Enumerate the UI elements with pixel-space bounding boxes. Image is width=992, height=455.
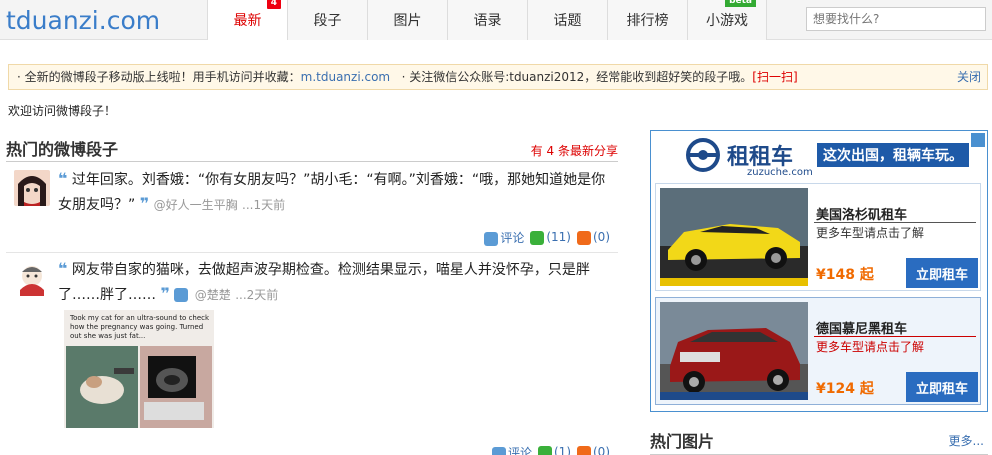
weibo-source-icon	[174, 288, 189, 302]
close-notice-button[interactable]: 关闭	[957, 65, 981, 89]
comment-icon	[491, 446, 506, 455]
notice-bar: · 全新的微博段子移动版上线啦！用手机访问并收藏：m.tduanzi.com ·…	[8, 64, 988, 90]
ad-card-title: 美国洛杉矶租车	[816, 208, 908, 223]
share-icon	[577, 230, 591, 245]
hot-pictures-header: 热门图片 更多...	[650, 426, 988, 455]
avatar[interactable]	[14, 260, 50, 296]
welcome-text: 欢迎访问微博段子！	[8, 104, 117, 118]
nav-item-topics[interactable]: 话题	[527, 0, 607, 40]
beta-badge: beta	[725, 0, 756, 7]
post-text: ❝ 网友带自家的猫咪，去做超声波孕期检查。检测结果显示，喵星人并没怀孕，只是胖了…	[58, 257, 610, 307]
ad-slogan: 这次出国，租辆车玩。	[817, 143, 969, 167]
author-link[interactable]: @楚楚	[195, 288, 231, 302]
section-header: 热门的微博段子 有 4 条最新分享	[6, 136, 618, 162]
main-nav: 最新 4 段子 图片 语录 话题 排行榜 小游戏 beta	[207, 0, 767, 40]
rent-now-button[interactable]: 立即租车	[906, 258, 978, 288]
quote-close-icon: ❞	[139, 194, 150, 213]
rent-now-button[interactable]: 立即租车	[906, 372, 978, 402]
quote-open-icon: ❝	[58, 169, 68, 188]
ad-close-icon[interactable]	[971, 133, 985, 147]
top-nav-bar: tduanzi.com 最新 4 段子 图片 语录 话题 排行榜 小游戏 bet…	[0, 0, 992, 40]
like-button[interactable]: (1)	[538, 445, 571, 455]
post-time: ...1天前	[242, 198, 286, 212]
nav-label: 排行榜	[626, 13, 669, 29]
scan-qr-link[interactable]: [扫一扫]	[752, 70, 797, 84]
post-content: 网友带自家的猫咪，去做超声波孕期检查。检测结果显示，喵星人并没怀孕，只是胖了………	[58, 262, 590, 303]
post-actions: 评论 (1) (0)	[491, 444, 610, 455]
nav-item-quotes[interactable]: 语录	[447, 0, 527, 40]
mobile-site-link[interactable]: m.tduanzi.com	[301, 70, 390, 84]
more-link[interactable]: 更多...	[949, 432, 984, 449]
thumb-up-icon	[530, 230, 545, 245]
comment-icon	[484, 231, 499, 246]
ad-card-munich[interactable]: 德国慕尼黑租车 更多车型请点击了解 ¥124 起 立即租车	[655, 297, 981, 405]
nav-label: 段子	[313, 13, 342, 29]
notice-text: · 关注微信公众账号:tduanzi2012，经常能收到超好笑的段子哦。	[401, 70, 753, 84]
nav-label: 话题	[553, 13, 582, 29]
red-suv-image	[660, 302, 808, 400]
nav-label: 语录	[473, 13, 502, 29]
nav-item-games[interactable]: 小游戏 beta	[687, 0, 767, 40]
steering-wheel-icon	[686, 138, 720, 172]
site-logo[interactable]: tduanzi.com	[6, 6, 160, 35]
thumb-up-icon	[538, 445, 552, 455]
nav-item-ranking[interactable]: 排行榜	[607, 0, 687, 40]
share-icon	[577, 445, 591, 455]
like-button[interactable]: (11)	[530, 230, 571, 245]
comment-button[interactable]: 评论	[484, 229, 524, 246]
quote-close-icon: ❞	[160, 284, 170, 303]
car-rental-ad[interactable]: 租租车 zuzuche.com 这次出国，租辆车玩。 美国洛杉矶租车 更多车型请…	[650, 130, 988, 412]
nav-item-pictures[interactable]: 图片	[367, 0, 447, 40]
avatar[interactable]	[14, 170, 50, 206]
ad-card-subtitle: 更多车型请点击了解	[816, 340, 925, 354]
new-shares-link[interactable]: 有 4 条最新分享	[531, 142, 618, 159]
ad-card-price: ¥148 起	[816, 267, 874, 283]
quote-open-icon: ❝	[58, 259, 68, 278]
nav-label: 图片	[393, 13, 422, 29]
post-image[interactable]: Took my cat for an ultra-sound to check …	[64, 310, 214, 428]
ad-card-los-angeles[interactable]: 美国洛杉矶租车 更多车型请点击了解 ¥148 起 立即租车	[655, 183, 981, 291]
ad-card-divider	[814, 222, 976, 223]
ad-card-divider	[814, 336, 976, 337]
nav-item-jokes[interactable]: 段子	[287, 0, 367, 40]
author-link[interactable]: @好人一生平胸	[154, 198, 238, 212]
sidebar-title: 热门图片	[650, 432, 715, 451]
ad-card-subtitle: 更多车型请点击了解	[816, 226, 925, 240]
ad-card-title: 德国慕尼黑租车	[816, 322, 908, 337]
nav-item-latest[interactable]: 最新 4	[207, 0, 287, 40]
ad-card-price: ¥124 起	[816, 381, 874, 397]
share-button[interactable]: (0)	[577, 230, 610, 245]
post-time: ...2天前	[235, 288, 279, 302]
nav-label: 小游戏	[706, 13, 748, 29]
notice-text: · 全新的微博段子移动版上线啦！用手机访问并收藏：	[17, 70, 301, 84]
yellow-car-image	[660, 188, 808, 286]
section-title: 热门的微博段子	[6, 140, 119, 159]
divider	[6, 252, 618, 253]
ad-domain: zuzuche.com	[747, 167, 813, 178]
post-text: ❝ 过年回家。刘香娥：“你有女朋友吗？”胡小毛：“有啊。”刘香娥：“哦，那她知道…	[58, 167, 610, 217]
post-actions: 评论 (11) (0)	[484, 229, 610, 246]
comment-button[interactable]: 评论	[491, 444, 532, 455]
nav-label: 最新	[233, 13, 262, 29]
search-input[interactable]	[806, 7, 986, 31]
share-button[interactable]: (0)	[577, 445, 610, 455]
new-count-badge: 4	[266, 0, 281, 9]
